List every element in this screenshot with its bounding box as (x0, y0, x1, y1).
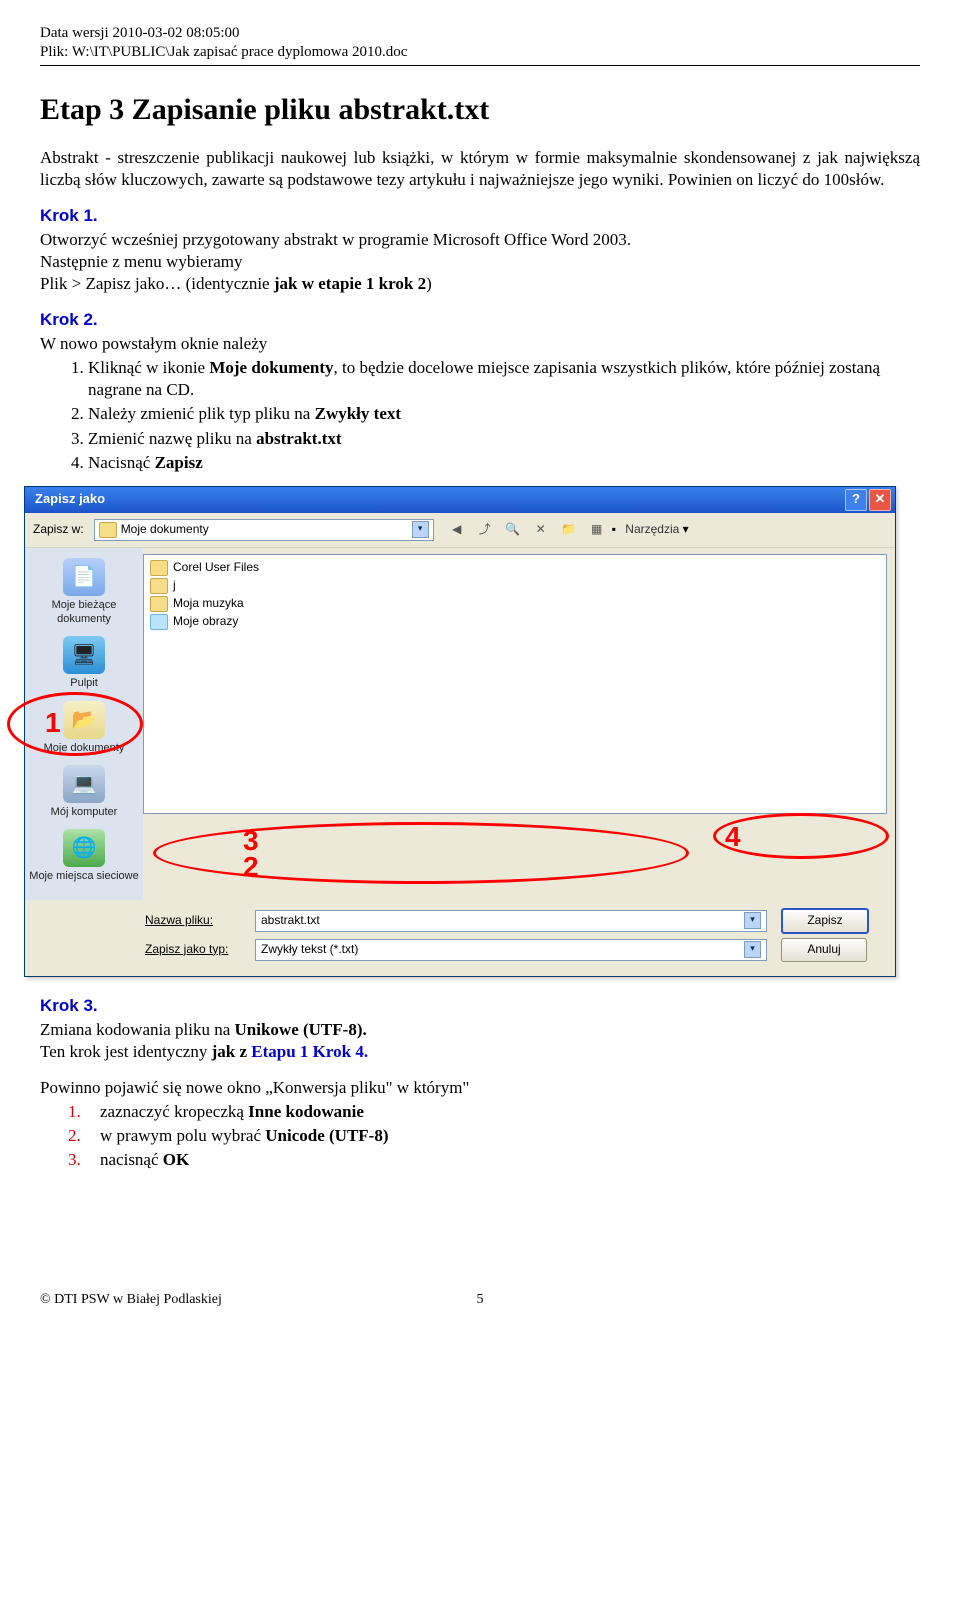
krok3-line1: Zmiana kodowania pliku na Unikowe (UTF-8… (40, 1019, 920, 1041)
list-item[interactable]: j (150, 577, 880, 595)
toolbar-icons: ◀ ⤴ 🔍 ✕ 📁 ▦ (448, 522, 606, 538)
recent-docs-icon: 📄 (63, 558, 105, 596)
places-bar: 📄Moje bieżące dokumenty 🖥Pulpit 📂Moje do… (25, 548, 143, 900)
footer-copyright: © DTI PSW w Białej Podlaskiej (40, 1292, 222, 1307)
folder-icon (150, 578, 168, 594)
filetype-label: Zapisz jako typ: (145, 942, 255, 958)
help-button[interactable]: ? (845, 489, 867, 511)
krok1-line1: Otworzyć wcześniej przygotowany abstrakt… (40, 229, 920, 251)
list-item: Kliknąć w ikonie Moje dokumenty, to będz… (88, 357, 920, 401)
header-rule (40, 65, 920, 66)
krok1-line2a: Następnie z menu wybieramy (40, 251, 920, 273)
dialog-titlebar: Zapisz jako ? ✕ (25, 487, 895, 513)
save-button[interactable]: Zapisz (781, 908, 869, 934)
folder-icon (150, 614, 168, 630)
list-item: Nacisnąć Zapisz (88, 452, 920, 474)
krok2-list: Kliknąć w ikonie Moje dokumenty, to będz… (68, 357, 920, 473)
chevron-down-icon[interactable]: ▾ (744, 912, 761, 929)
krok3-heading: Krok 3. (40, 995, 920, 1017)
sidebar-item-computer[interactable]: 💻Mój komputer (29, 765, 139, 819)
krok1-line2b-pre: Plik > Zapisz jako… (identycznie (40, 274, 274, 293)
delete-icon[interactable]: ✕ (532, 522, 550, 538)
page-number: 5 (477, 1291, 484, 1309)
list-item: zaznaczyć kropeczką Inne kodowanie (68, 1101, 920, 1123)
krok2-heading: Krok 2. (40, 309, 920, 331)
krok3-line3: Powinno pojawić się nowe okno „Konwersja… (40, 1077, 920, 1099)
etap1-krok4-link: Etapu 1 Krok 4. (251, 1042, 368, 1061)
intro-paragraph: Abstrakt - streszczenie publikacji nauko… (40, 147, 920, 191)
chevron-down-icon[interactable]: ▾ (412, 521, 429, 538)
krok1-line2b-tail: ) (426, 274, 432, 293)
mydocs-icon: 📂 (63, 701, 105, 739)
page-title: Etap 3 Zapisanie pliku abstrakt.txt (40, 90, 920, 129)
list-item: Należy zmienić plik typ pliku na Zwykły … (88, 403, 920, 425)
file-list[interactable]: Corel User Files j Moja muzyka Moje obra… (143, 554, 887, 814)
up-icon[interactable]: ⤴ (476, 522, 494, 538)
cancel-button[interactable]: Anuluj (781, 938, 867, 962)
list-item[interactable]: Moje obrazy (150, 613, 880, 631)
dialog-toolbar: Zapisz w: Moje dokumenty ▾ ◀ ⤴ 🔍 ✕ 📁 ▦ ▪… (25, 513, 895, 548)
filename-value: abstrakt.txt (261, 913, 320, 929)
list-item[interactable]: Moja muzyka (150, 595, 880, 613)
list-item[interactable]: Corel User Files (150, 559, 880, 577)
krok2-lead: W nowo powstałym oknie należy (40, 333, 920, 355)
filetype-select[interactable]: Zwykły tekst (*.txt) ▾ (255, 939, 767, 961)
krok1-line2b-bold: jak w etapie 1 krok 2 (274, 274, 426, 293)
filename-input[interactable]: abstrakt.txt ▾ (255, 910, 767, 932)
folder-icon (150, 560, 168, 576)
sidebar-item-network[interactable]: 🌐Moje miejsca sieciowe (29, 829, 139, 883)
computer-icon: 💻 (63, 765, 105, 803)
krok1-heading: Krok 1. (40, 205, 920, 227)
page-footer: © DTI PSW w Białej Podlaskiej 5 (40, 1291, 920, 1309)
views-icon[interactable]: ▦ (588, 522, 606, 538)
filename-label: Nazwa pliku: (145, 913, 255, 929)
krok3-line2: Ten krok jest identyczny jak z Etapu 1 K… (40, 1041, 920, 1063)
dialog-bottom: Nazwa pliku: abstrakt.txt ▾ Zapisz Zapis… (25, 900, 895, 976)
save-in-label: Zapisz w: (33, 522, 84, 538)
close-button[interactable]: ✕ (869, 489, 891, 511)
dialog-title: Zapisz jako (35, 491, 105, 508)
filetype-value: Zwykły tekst (*.txt) (261, 942, 358, 958)
newfolder-icon[interactable]: 📁 (560, 522, 578, 538)
sidebar-item-mydocs[interactable]: 📂Moje dokumenty (29, 701, 139, 755)
list-item: Zmienić nazwę pliku na abstrakt.txt (88, 428, 920, 450)
search-icon[interactable]: 🔍 (504, 522, 522, 538)
back-icon[interactable]: ◀ (448, 522, 466, 538)
krok1-line2b: Plik > Zapisz jako… (identycznie jak w e… (40, 273, 920, 295)
header-version: Data wersji 2010-03-02 08:05:00 (40, 24, 920, 43)
sidebar-item-recent[interactable]: 📄Moje bieżące dokumenty (29, 558, 139, 627)
save-as-dialog: Zapisz jako ? ✕ Zapisz w: Moje dokumenty… (24, 486, 896, 977)
list-item: nacisnąć OK (68, 1149, 920, 1171)
save-in-combo[interactable]: Moje dokumenty ▾ (94, 519, 434, 541)
save-in-value: Moje dokumenty (121, 522, 209, 538)
krok3-list: zaznaczyć kropeczką Inne kodowanie w pra… (68, 1101, 920, 1171)
network-icon: 🌐 (63, 829, 105, 867)
chevron-down-icon[interactable]: ▾ (744, 941, 761, 958)
desktop-icon: 🖥 (63, 636, 105, 674)
sidebar-item-desktop[interactable]: 🖥Pulpit (29, 636, 139, 690)
header-filepath: Plik: W:\IT\PUBLIC\Jak zapisać prace dyp… (40, 43, 920, 62)
list-item: w prawym polu wybrać Unicode (UTF-8) (68, 1125, 920, 1147)
folder-icon (150, 596, 168, 612)
tools-menu[interactable]: ▪ Narzędzia ▾ (612, 522, 689, 538)
folder-icon (99, 522, 117, 538)
